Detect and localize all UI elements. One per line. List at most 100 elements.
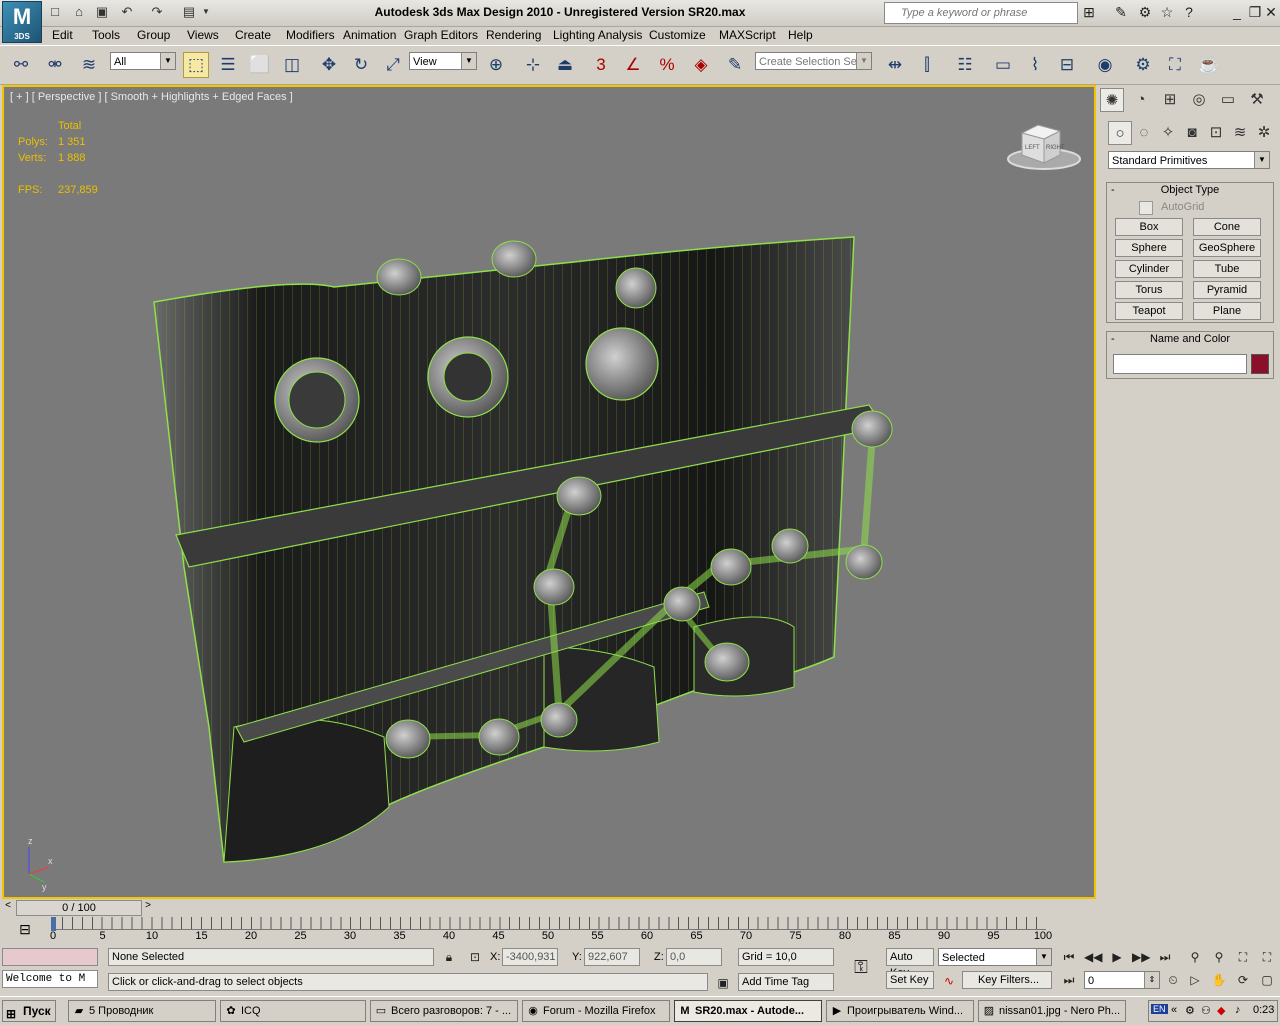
time-slider-thumb[interactable]: 0 / 100 xyxy=(16,900,142,916)
space-warps-icon[interactable]: ≋ xyxy=(1228,121,1252,145)
menu-modifiers[interactable]: Modifiers xyxy=(286,28,335,42)
close-icon[interactable]: ✕ xyxy=(1262,3,1280,21)
category-dropdown[interactable]: Standard Primitives ▼ xyxy=(1108,151,1270,169)
current-frame-field[interactable]: 0 ⇕ xyxy=(1084,971,1160,989)
select-by-name-icon[interactable]: ☰ xyxy=(215,52,241,78)
zoom-all-icon[interactable]: ⚲ xyxy=(1210,948,1228,966)
start-button[interactable]: ⊞ Пуск xyxy=(2,1000,56,1022)
scene-model[interactable]: z x y xyxy=(4,87,1094,897)
spinner-snap-icon[interactable]: ◈ xyxy=(688,52,714,78)
autogrid-checkbox[interactable] xyxy=(1139,201,1153,215)
bind-space-warp-icon[interactable]: ≋ xyxy=(76,52,102,78)
time-tag-icon[interactable]: ▣ xyxy=(714,974,732,992)
maxscript-mini-listener-top[interactable] xyxy=(2,948,98,966)
torus-button[interactable]: Torus xyxy=(1115,281,1183,299)
key-mode-toggle-icon[interactable]: ⏭ xyxy=(1060,971,1078,989)
auto-key-button[interactable]: Auto Key xyxy=(886,948,934,979)
set-key-button[interactable]: Set Key xyxy=(886,971,934,989)
object-type-header[interactable]: - Object Type xyxy=(1107,183,1273,197)
named-selection-sets-dropdown[interactable]: Create Selection Se ▼ xyxy=(755,52,872,70)
menu-customize[interactable]: Customize xyxy=(649,28,706,42)
current-frame-marker[interactable] xyxy=(51,917,56,931)
track-bar-ruler[interactable] xyxy=(52,917,1046,930)
menu-create[interactable]: Create xyxy=(235,28,271,42)
selection-lock-icon[interactable]: 🔒︎ xyxy=(440,948,458,966)
menu-edit[interactable]: Edit xyxy=(52,28,73,42)
tray-chevron-icon[interactable]: « xyxy=(1171,1004,1177,1016)
task-explorer[interactable]: ▰ 5 Проводник xyxy=(68,1000,216,1022)
zoom-icon[interactable]: ⚲ xyxy=(1186,948,1204,966)
help-icon[interactable]: ? xyxy=(1180,3,1198,21)
search-box[interactable] xyxy=(884,2,1078,24)
object-name-field[interactable] xyxy=(1113,354,1247,374)
time-next-icon[interactable]: > xyxy=(142,900,154,914)
key-tangent-icon[interactable]: ∿ xyxy=(940,972,958,990)
pyramid-button[interactable]: Pyramid xyxy=(1193,281,1261,299)
tray-tool-icon[interactable]: ⚙ xyxy=(1185,1004,1195,1017)
cone-button[interactable]: Cone xyxy=(1193,218,1261,236)
window-crossing-icon[interactable]: ◫ xyxy=(279,52,305,78)
go-to-end-icon[interactable]: ⏭ xyxy=(1156,948,1174,966)
layer-manager-icon[interactable]: ☷ xyxy=(952,52,978,78)
language-indicator[interactable]: EN xyxy=(1151,1004,1168,1014)
object-color-swatch[interactable] xyxy=(1251,354,1269,374)
rollout-collapse-icon[interactable]: - xyxy=(1111,183,1115,197)
chevron-down-icon[interactable]: ▼ xyxy=(200,3,212,21)
play-icon[interactable]: ▶ xyxy=(1108,948,1126,966)
menu-graph-editors[interactable]: Graph Editors xyxy=(404,28,478,42)
add-time-tag-button[interactable]: Add Time Tag xyxy=(738,973,834,991)
keyboard-shortcut-override-icon[interactable]: ⏏ xyxy=(552,52,578,78)
align-icon[interactable]: ⫿ xyxy=(914,52,940,78)
helpers-icon[interactable]: ⊡ xyxy=(1204,121,1228,145)
pan-view-icon[interactable]: ✋ xyxy=(1210,971,1228,989)
y-coord-field[interactable]: 922,607 xyxy=(584,948,640,966)
menu-lighting-analysis[interactable]: Lighting Analysis xyxy=(553,28,642,42)
field-of-view-icon[interactable]: ▷ xyxy=(1186,971,1204,989)
curve-editor-icon[interactable]: ⌇ xyxy=(1022,52,1048,78)
teapot-button[interactable]: Teapot xyxy=(1115,302,1183,320)
perspective-viewport[interactable]: [ + ] [ Perspective ] [ Smooth + Highlig… xyxy=(2,85,1096,899)
menu-group[interactable]: Group xyxy=(137,28,170,42)
render-setup-icon[interactable]: ⚙ xyxy=(1130,52,1156,78)
absolute-mode-icon[interactable]: ⊡ xyxy=(466,948,484,966)
lights-icon[interactable]: ✧ xyxy=(1156,121,1180,145)
time-configuration-icon[interactable]: ⏲ xyxy=(1164,971,1182,989)
set-keys-key-icon[interactable]: ⚿ xyxy=(846,958,876,976)
x-coord-field[interactable]: -3400,931 xyxy=(502,948,558,966)
mirror-icon[interactable]: ⇹ xyxy=(882,52,908,78)
save-file-icon[interactable]: ▣ xyxy=(93,3,111,21)
reference-coordinate-dropdown[interactable]: View ▼ xyxy=(409,52,477,70)
box-button[interactable]: Box xyxy=(1115,218,1183,236)
task-firefox[interactable]: ◉ Forum - Mozilla Firefox xyxy=(522,1000,670,1022)
cylinder-button[interactable]: Cylinder xyxy=(1115,260,1183,278)
orbit-icon[interactable]: ⟳ xyxy=(1234,971,1252,989)
rectangular-selection-icon[interactable]: ⬜ xyxy=(247,52,273,78)
project-folder-icon[interactable]: ▤ xyxy=(180,3,198,21)
modify-tab-icon[interactable]: ◔ xyxy=(1129,88,1153,112)
key-mode-dropdown[interactable]: Selected ▼ xyxy=(938,948,1052,966)
select-and-scale-icon[interactable]: ⤢ xyxy=(380,52,406,78)
menu-help[interactable]: Help xyxy=(788,28,813,42)
search-input[interactable] xyxy=(899,3,1073,23)
select-and-move-icon[interactable]: ✥ xyxy=(316,52,342,78)
select-and-link-icon[interactable]: ⚯ xyxy=(8,52,34,78)
favorites-icon[interactable]: ☆ xyxy=(1158,3,1176,21)
tray-antivirus-icon[interactable]: ◆ xyxy=(1217,1004,1225,1017)
maximize-viewport-icon[interactable]: ▢ xyxy=(1258,971,1276,989)
menu-views[interactable]: Views xyxy=(187,28,219,42)
utilities-tab-icon[interactable]: ⚒ xyxy=(1245,88,1269,112)
percent-snap-icon[interactable]: % xyxy=(654,52,680,78)
schematic-view-icon[interactable]: ⊟ xyxy=(1054,52,1080,78)
task-chat[interactable]: ▭ Всего разговоров: 7 - ... xyxy=(370,1000,518,1022)
geometry-icon[interactable]: ○ xyxy=(1108,121,1132,145)
open-file-icon[interactable]: ⌂ xyxy=(70,3,88,21)
maxscript-mini-listener[interactable]: Welcome to M xyxy=(2,970,98,988)
binoculars-icon[interactable]: ⊞ xyxy=(1080,3,1098,21)
zoom-extents-icon[interactable]: ⛶ xyxy=(1234,948,1252,966)
undo-icon[interactable]: ↶ xyxy=(118,3,136,21)
cameras-icon[interactable]: ◙ xyxy=(1180,121,1204,145)
track-bar[interactable]: ⊟ 0 5 10 15 20 25 30 35 40 45 50 55 60 65 70 75 80 85 90 95… xyxy=(0,917,1100,945)
graphite-modeling-icon[interactable]: ▭ xyxy=(990,52,1016,78)
next-frame-icon[interactable]: ▶▶ xyxy=(1132,948,1150,966)
task-media-player[interactable]: ▶ Проигрыватель Wind... xyxy=(826,1000,974,1022)
